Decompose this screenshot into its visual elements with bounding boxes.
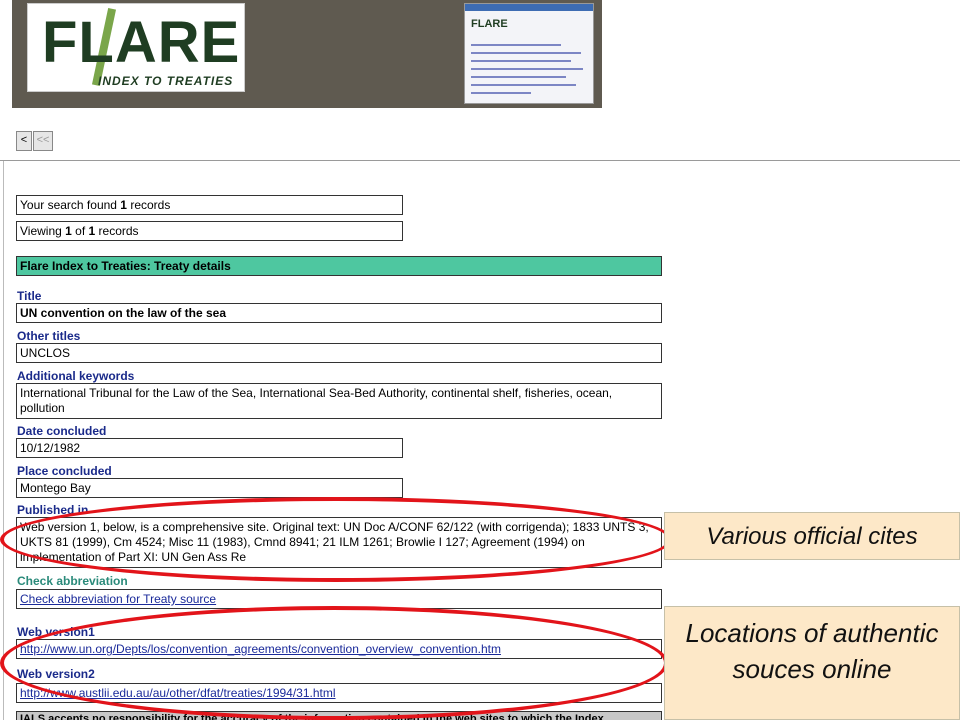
viewing-count: Viewing 1 of 1 records [16,221,403,241]
title-label: Title [17,289,42,303]
date-concluded-value: 10/12/1982 [16,438,403,458]
other-titles-value: UNCLOS [16,343,662,363]
section-header: Flare Index to Treaties: Treaty details [16,256,662,276]
divider [0,160,960,161]
place-concluded-label: Place concluded [17,464,112,478]
highlight-ellipse-published [0,497,672,582]
previous-button[interactable]: < [16,131,32,151]
logo-text: FLARE [42,10,241,75]
date-concluded-label: Date concluded [17,424,107,438]
other-titles-label: Other titles [17,329,81,343]
logo-subtitle: INDEX TO TREATIES [98,74,234,88]
title-value: UN convention on the law of the sea [16,303,662,323]
callout-authentic-sources: Locations of authentic souces online [664,606,960,720]
header-banner: FLARE INDEX TO TREATIES FLARE [12,0,602,108]
thumbnail-title: FLARE [471,18,508,30]
keywords-label: Additional keywords [17,369,135,383]
divider-vertical [3,161,4,720]
check-abbreviation-link[interactable]: Check abbreviation for Treaty source [20,592,216,606]
keywords-value: International Tribunal for the Law of th… [16,383,662,419]
record-nav: < << [16,131,54,151]
callout-official-cites: Various official cites [664,512,960,560]
website-thumbnail: FLARE [464,3,594,104]
first-button[interactable]: << [33,131,53,151]
place-concluded-value: Montego Bay [16,478,403,498]
search-results-count: Your search found 1 records [16,195,403,215]
check-abbreviation-label: Check abbreviation [17,574,128,588]
flare-logo: FLARE INDEX TO TREATIES [27,3,245,92]
highlight-ellipse-web-versions [0,606,668,720]
